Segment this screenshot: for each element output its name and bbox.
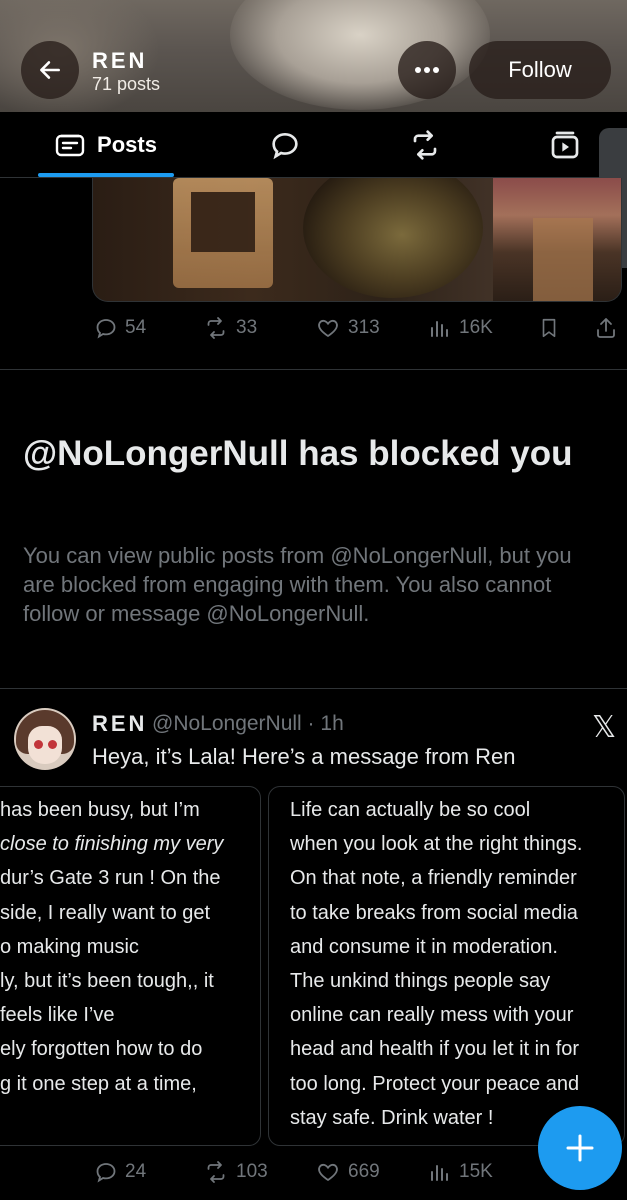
reply-count: 54 <box>125 317 147 338</box>
card-line: feels like I’ve <box>0 1004 115 1027</box>
post-action-bar: 54 33 313 16K <box>0 308 627 348</box>
card-line: when you look at the right things. <box>290 833 583 856</box>
views-action[interactable]: 15K <box>428 1152 493 1192</box>
card-line: On that note, a friendly reminder <box>290 867 577 890</box>
views-icon <box>431 1165 448 1181</box>
tab-replies[interactable] <box>268 128 302 162</box>
reply-icon <box>96 1163 116 1183</box>
repost-count: 103 <box>236 1161 268 1182</box>
card-line: g it one step at a time, <box>0 1072 197 1095</box>
follow-button[interactable]: Follow <box>469 41 611 99</box>
repost-count: 33 <box>236 317 258 338</box>
reply-action[interactable]: 24 <box>94 1152 146 1192</box>
posts-icon <box>55 134 85 157</box>
card-line: too long. Protect your peace and <box>290 1072 580 1095</box>
repost-icon <box>207 1161 225 1183</box>
tweet-handle-time[interactable]: @NoLongerNull · 1h <box>152 712 344 736</box>
like-count: 313 <box>348 317 380 338</box>
card-line: close to finishing my very <box>0 833 224 856</box>
views-count: 15K <box>459 1161 493 1182</box>
x-logo-icon: 𝕏 <box>592 710 617 745</box>
card-line: ely forgotten how to do <box>0 1038 203 1061</box>
card-line: and consume it in moderation. <box>290 935 558 958</box>
card-line: side, I really want to get <box>0 901 211 924</box>
tab-posts-label: Posts <box>97 132 157 157</box>
repost-action[interactable]: 33 <box>203 308 257 348</box>
views-icon <box>431 321 448 337</box>
right-card-text: Life can actually be so cool when you lo… <box>290 793 582 1135</box>
card-line: to take breaks from social media <box>290 901 578 924</box>
blocked-notice-body: You can view public posts from @NoLonger… <box>23 543 572 626</box>
card-line: Life can actually be so cool <box>290 799 531 821</box>
divider <box>0 688 627 689</box>
card-line: dur’s Gate 3 run ! On the <box>0 867 221 890</box>
tweet-text: Heya, it’s Lala! Here’s a message from R… <box>92 744 516 769</box>
header-profile-name: REN <box>92 48 148 73</box>
card-line: o making music <box>0 935 139 958</box>
profile-tabs: Posts <box>0 112 627 178</box>
divider <box>0 369 627 370</box>
tab-media[interactable] <box>548 128 582 162</box>
arrow-left-icon <box>40 61 60 79</box>
bookmark-icon <box>542 318 556 338</box>
like-count: 669 <box>348 1161 380 1182</box>
tweet-action-bar: 24 103 669 15K <box>0 1152 627 1192</box>
views-count: 16K <box>459 317 493 338</box>
active-tab-indicator <box>38 173 174 177</box>
card-line: online can really mess with your <box>290 1004 574 1027</box>
tab-reposts[interactable] <box>408 128 442 162</box>
avatar[interactable] <box>14 708 76 770</box>
reposts-icon <box>413 130 437 160</box>
card-line: head and health if you let it in for <box>290 1038 580 1061</box>
card-line: stay safe. Drink water ! <box>290 1106 494 1129</box>
blocked-notice-title: @NoLongerNull has blocked you <box>23 434 573 473</box>
views-action[interactable]: 16K <box>428 308 493 348</box>
heart-icon <box>318 319 338 338</box>
bookmark-action[interactable] <box>538 308 560 348</box>
repost-icon <box>207 317 225 339</box>
tab-posts[interactable]: Posts <box>38 112 174 178</box>
card-line: has been busy, but I’m <box>0 799 200 821</box>
tweet-author-name[interactable]: REN <box>92 711 147 737</box>
ellipsis-icon <box>415 67 439 73</box>
left-card-text: has been busy, but I’m close to finishin… <box>0 793 223 1101</box>
card-line: ly, but it’s been tough,, it <box>0 970 214 993</box>
share-icon <box>597 318 615 338</box>
header-post-count: 71 posts <box>92 74 161 94</box>
reply-count: 24 <box>125 1161 147 1182</box>
back-button[interactable] <box>21 41 79 99</box>
like-action[interactable]: 313 <box>315 308 380 348</box>
heart-icon <box>318 1163 338 1182</box>
post-media-image[interactable] <box>92 178 622 302</box>
compose-post-button[interactable] <box>538 1106 622 1190</box>
tweet-image-right[interactable]: Life can actually be so cool when you lo… <box>268 786 625 1146</box>
media-icon <box>551 131 579 159</box>
share-action[interactable] <box>594 308 618 348</box>
plus-icon <box>566 1134 594 1162</box>
replies-icon <box>272 132 298 160</box>
reply-icon <box>96 319 116 339</box>
tweet-image-left[interactable]: has been busy, but I’m close to finishin… <box>0 786 261 1146</box>
repost-action[interactable]: 103 <box>203 1152 268 1192</box>
card-line: The unkind things people say <box>290 970 551 993</box>
reply-action[interactable]: 54 <box>94 308 146 348</box>
like-action[interactable]: 669 <box>315 1152 380 1192</box>
more-options-button[interactable] <box>398 41 456 99</box>
